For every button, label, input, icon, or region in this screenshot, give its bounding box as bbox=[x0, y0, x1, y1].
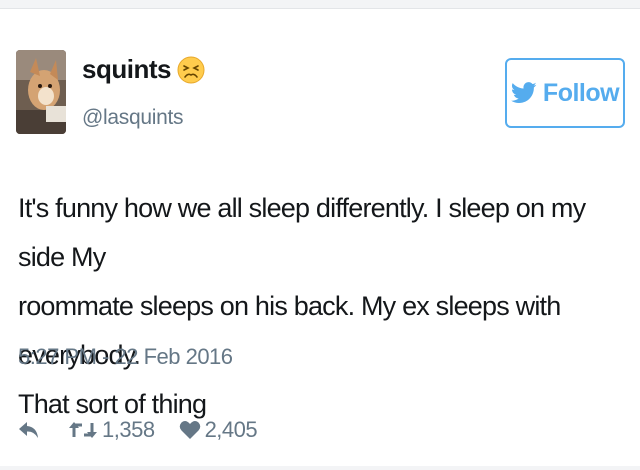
reply-arrow-icon bbox=[19, 422, 38, 438]
bottom-border-strip bbox=[0, 466, 640, 470]
avatar[interactable] bbox=[16, 50, 66, 134]
tweet-actions: 1,358 2,405 bbox=[18, 410, 258, 450]
user-handle[interactable]: @lasquints bbox=[82, 106, 184, 130]
retweet-icon bbox=[69, 422, 97, 438]
heart-icon bbox=[179, 421, 200, 439]
tweet-timestamp[interactable]: 5:27 PM - 22 Feb 2016 bbox=[18, 344, 233, 370]
twitter-bird-icon bbox=[510, 82, 537, 103]
retweet-button[interactable]: 1,358 bbox=[68, 417, 155, 443]
tweet-text-line: It's funny how we all sleep differently.… bbox=[18, 193, 586, 272]
display-name[interactable]: squints bbox=[82, 54, 171, 85]
like-button[interactable]: 2,405 bbox=[179, 417, 258, 443]
retweet-count: 1,358 bbox=[102, 417, 155, 442]
avatar-image bbox=[16, 50, 66, 134]
tweet-text: It's funny how we all sleep differently.… bbox=[18, 184, 618, 429]
name-row: squints bbox=[82, 54, 205, 85]
tweet-card: squints @lasquints Follow It's funny how… bbox=[0, 8, 640, 466]
like-count: 2,405 bbox=[204, 417, 258, 442]
reply-button[interactable] bbox=[18, 420, 40, 440]
persevering-face-emoji-icon bbox=[177, 56, 205, 83]
follow-label: Follow bbox=[542, 78, 620, 107]
follow-button[interactable]: Follow bbox=[505, 58, 625, 128]
